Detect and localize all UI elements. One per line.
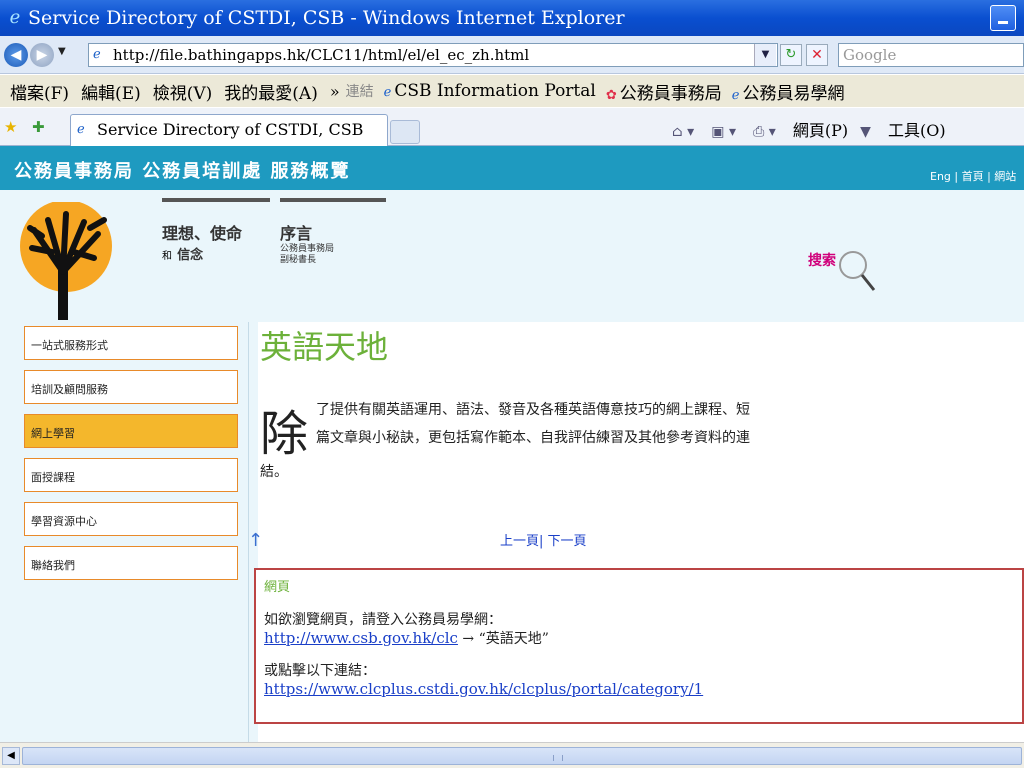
csb-logo-icon: ✿	[605, 87, 617, 103]
search-icon[interactable]	[836, 246, 876, 292]
address-input[interactable]: ℯ http://file.bathingapps.hk/CLC11/html/…	[88, 43, 778, 67]
page-viewport: 公務員事務局 公務員培訓處 服務概覽 Eng | 首頁 | 網站 理想、使命 和…	[0, 146, 1024, 742]
page-icon: ℯ	[93, 47, 101, 62]
vision-mission-subtitle: 信念	[177, 248, 204, 263]
clcplus-link[interactable]: https://www.clcplus.cstdi.gov.hk/clcplus…	[264, 680, 703, 698]
add-favorite-icon[interactable]: ✚	[32, 118, 45, 136]
home-icon[interactable]: ⌂ ▾	[672, 124, 694, 140]
next-page-link[interactable]: 下一頁	[548, 534, 587, 549]
notice-box: 網頁 如欲瀏覽網頁，請登入公務員易學網： http://www.csb.gov.…	[254, 568, 1024, 724]
tab-active[interactable]: ℯ Service Directory of CSTDI, CSB	[70, 114, 388, 146]
sidebar-item-training[interactable]: 培訓及顧問服務	[24, 370, 238, 404]
intro-line3: 結。	[260, 464, 288, 480]
vision-mission-title: 理想、使命	[162, 224, 243, 243]
sidebar-item-e-learning[interactable]: 網上學習	[24, 414, 238, 448]
scrollbar-thumb[interactable]	[22, 747, 1022, 765]
feeds-icon[interactable]: ▣ ▾	[711, 124, 736, 140]
menu-view[interactable]: 檢視(V)	[153, 79, 213, 104]
tab-title: Service Directory of CSTDI, CSB	[97, 120, 364, 139]
favorite-csb-portal[interactable]: ℯ CSB Information Portal	[384, 81, 596, 101]
clc-link[interactable]: http://www.csb.gov.hk/clc	[264, 629, 458, 647]
menu-favorites[interactable]: 我的最愛(A)	[224, 79, 318, 104]
prev-page-link[interactable]: 上一頁	[500, 534, 539, 549]
foreword-link[interactable]: 序言 公務員事務局 副秘書長	[280, 198, 386, 266]
sidebar-item-contact[interactable]: 聯絡我們	[24, 546, 238, 580]
chevron-icon[interactable]: »	[330, 82, 340, 101]
pager: 上一頁| 下一頁	[500, 530, 587, 549]
stop-icon[interactable]: ✕	[806, 44, 828, 66]
notice-text2: 或點擊以下連結：	[264, 663, 376, 679]
favorite-csb[interactable]: ✿ 公務員事務局	[606, 79, 722, 104]
page-icon: ℯ	[77, 122, 85, 137]
foreword-title: 序言	[280, 224, 313, 243]
search-input[interactable]: Google	[838, 43, 1024, 67]
notice-arrow-text: → “英語天地”	[462, 631, 549, 647]
foreword-sub1: 公務員事務局	[280, 244, 335, 254]
refresh-icon[interactable]: ↻	[780, 44, 802, 66]
horizontal-scrollbar[interactable]: ◀	[0, 742, 1024, 768]
command-bar: ⌂ ▾ ▣ ▾ ⎙ ▾ 網頁(P) ▼ 工具(O)	[672, 117, 958, 141]
address-url: http://file.bathingapps.hk/CLC11/html/el…	[113, 46, 530, 64]
links-label: 連結	[345, 84, 374, 100]
site-title: 公務員事務局 公務員培訓處 服務概覽	[14, 161, 351, 182]
sidebar-item-resource-centre[interactable]: 學習資源中心	[24, 502, 238, 536]
address-toolbar: ◀ ▶ ▼ ℯ http://file.bathingapps.hk/CLC11…	[0, 36, 1024, 74]
sidebar-menu: 一站式服務形式 培訓及顧問服務 網上學習 面授課程 學習資源中心 聯絡我們	[24, 326, 238, 590]
window-titlebar: ℯ Service Directory of CSTDI, CSB - Wind…	[0, 0, 1024, 36]
new-tab-button[interactable]	[390, 120, 420, 144]
sidebar-item-one-stop[interactable]: 一站式服務形式	[24, 326, 238, 360]
address-dropdown-icon[interactable]: ▼	[754, 44, 776, 66]
vision-mission-and: 和	[162, 251, 172, 262]
page-icon: ℯ	[383, 85, 392, 100]
vision-mission-link[interactable]: 理想、使命 和 信念	[162, 198, 270, 263]
notice-heading: 網頁	[264, 580, 291, 595]
pager-separator: |	[539, 534, 544, 549]
main-content: 英語天地 除 了提供有關英語運用、語法、發音及各種英語傳意技巧的網上課程、短 篇…	[248, 322, 1024, 742]
history-dropdown-icon[interactable]: ▼	[58, 46, 66, 57]
favorite-clc[interactable]: ℯ 公務員易學網	[732, 79, 845, 104]
foreword-sub2: 副秘書長	[280, 255, 317, 265]
intro-paragraph: 了提供有關英語運用、語法、發音及各種英語傳意技巧的網上課程、短 篇文章與小秘訣，…	[260, 396, 860, 486]
favorites-star-icon[interactable]: ★	[4, 118, 17, 136]
menu-bar: 檔案(F) 編輯(E) 檢視(V) 我的最愛(A) » 連結 ℯ CSB Info…	[0, 75, 1024, 107]
scroll-left-icon[interactable]: ◀	[2, 747, 20, 765]
print-icon[interactable]: ⎙ ▾	[753, 124, 776, 140]
page-icon: ℯ	[731, 87, 740, 103]
intro-line2: 篇文章與小秘訣，更包括寫作範本、自我評估練習及其他參考資料的連	[316, 430, 750, 446]
site-header: 公務員事務局 公務員培訓處 服務概覽 Eng | 首頁 | 網站	[0, 146, 1024, 190]
forward-button[interactable]: ▶	[30, 43, 54, 67]
menu-edit[interactable]: 編輯(E)	[81, 79, 141, 104]
header-links[interactable]: Eng | 首頁 | 網站	[930, 168, 1016, 184]
search-link[interactable]: 搜索	[808, 250, 836, 270]
chevron-down-icon[interactable]: ▼	[860, 124, 871, 140]
tab-bar: ★ ✚ ℯ Service Directory of CSTDI, CSB ⌂ …	[0, 108, 1024, 146]
tree-logo	[20, 202, 112, 320]
notice-text1: 如欲瀏覽網頁，請登入公務員易學網：	[264, 612, 502, 628]
back-to-top-icon[interactable]: ↑	[248, 530, 263, 551]
window-title: Service Directory of CSTDI, CSB - Window…	[28, 7, 625, 29]
minimize-button[interactable]	[990, 5, 1016, 31]
tools-menu[interactable]: 工具(O)	[888, 121, 946, 140]
page-menu[interactable]: 網頁(P)	[793, 121, 848, 140]
ie-logo-icon: ℯ	[9, 7, 21, 28]
page-title: 英語天地	[260, 328, 389, 366]
back-button[interactable]: ◀	[4, 43, 28, 67]
sidebar-item-classroom[interactable]: 面授課程	[24, 458, 238, 492]
menu-file[interactable]: 檔案(F)	[10, 79, 69, 104]
intro-line1: 了提供有關英語運用、語法、發音及各種英語傳意技巧的網上課程、短	[316, 402, 750, 418]
